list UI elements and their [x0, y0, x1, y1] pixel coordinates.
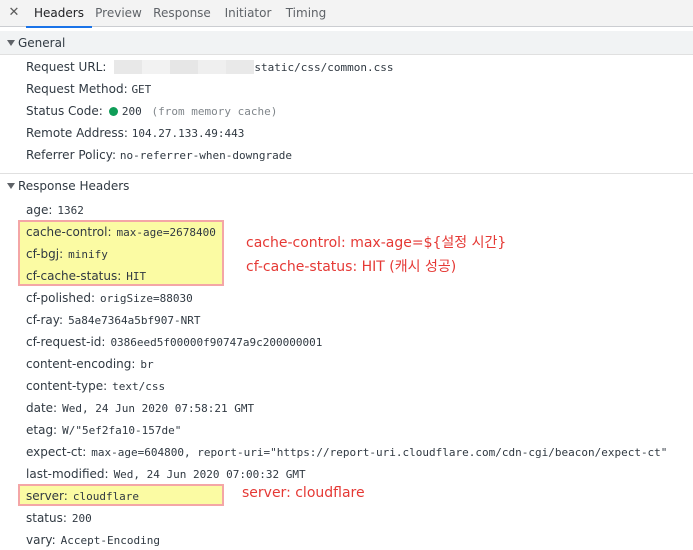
tab-timing[interactable]: Timing — [283, 0, 329, 27]
response-header-row: content-type: text/css — [26, 377, 165, 395]
response-header-key: cf-cache-status: — [26, 269, 122, 283]
redacted-url-prefix — [114, 60, 255, 74]
response-header-value: HIT — [126, 270, 147, 283]
annotation-cache-control: cache-control: max-age=${설정 시간} — [246, 235, 507, 251]
tab-headers[interactable]: Headers — [26, 0, 92, 28]
tab-preview[interactable]: Preview — [92, 0, 145, 27]
response-header-row: cf-request-id: 0386eed5f00000f90747a9c200… — [26, 333, 322, 351]
response-header-value: br — [140, 358, 154, 371]
response-header-value: minify — [68, 248, 108, 261]
general-section-header[interactable]: General — [0, 31, 693, 55]
remote-address-key: Remote Address: — [26, 126, 128, 140]
devtools-tab-bar: ✕ Headers Preview Response Initiator Tim… — [0, 0, 693, 28]
response-header-key: vary: — [26, 533, 56, 547]
referrer-policy-row: Referrer Policy: no-referrer-when-downgr… — [26, 146, 292, 164]
response-header-key: cf-polished: — [26, 291, 96, 305]
referrer-policy-value: no-referrer-when-downgrade — [119, 149, 293, 162]
response-header-key: cf-request-id: — [26, 335, 106, 349]
response-header-key: expect-ct: — [26, 445, 87, 459]
response-header-row: cf-ray: 5a84e7364a5bf907-NRT — [26, 311, 201, 329]
referrer-policy-key: Referrer Policy: — [26, 148, 116, 162]
triangle-down-icon — [7, 40, 15, 46]
response-header-value: max-age=604800, report-uri="https://repo… — [91, 446, 668, 459]
response-header-row: content-encoding: br — [26, 355, 154, 373]
status-ok-dot-icon — [108, 107, 118, 116]
status-code-note: (from memory cache) — [151, 105, 278, 118]
response-header-key: cf-bgj: — [26, 247, 64, 261]
response-header-row: vary: Accept-Encoding — [26, 531, 160, 549]
response-header-row: server: cloudflare — [26, 487, 139, 505]
close-icon[interactable]: ✕ — [6, 4, 22, 22]
response-header-row: cache-control: max-age=2678400 — [26, 223, 216, 241]
response-header-key: last-modified: — [26, 467, 109, 481]
response-header-value: origSize=88030 — [100, 292, 193, 305]
response-header-value: 1362 — [57, 204, 84, 217]
response-header-row: expect-ct: max-age=604800, report-uri="ht… — [26, 443, 667, 461]
response-header-value: 200 — [71, 512, 92, 525]
response-header-key: content-type: — [26, 379, 108, 393]
response-header-row: age: 1362 — [26, 201, 84, 219]
annotation-cache-status: cf-cache-status: HIT (캐시 성공) — [246, 259, 457, 275]
response-header-value: Wed, 24 Jun 2020 07:58:21 GMT — [62, 402, 255, 415]
response-header-row: cf-polished: origSize=88030 — [26, 289, 193, 307]
response-header-value: 0386eed5f00000f90747a9c200000001 — [110, 336, 323, 349]
tab-initiator[interactable]: Initiator — [222, 0, 274, 27]
status-code-key: Status Code: — [26, 104, 103, 118]
response-header-key: cache-control: — [26, 225, 112, 239]
request-url-key: Request URL: — [26, 60, 107, 74]
response-header-value: text/css — [112, 380, 166, 393]
request-method-value: GET — [131, 83, 152, 96]
response-header-key: etag: — [26, 423, 58, 437]
status-code-value: 200 — [121, 105, 142, 118]
response-header-key: server: — [26, 489, 68, 503]
general-title: General — [18, 36, 66, 50]
response-header-key: date: — [26, 401, 58, 415]
response-header-row: etag: W/"5ef2fa10-157de" — [26, 421, 181, 439]
response-header-key: cf-ray: — [26, 313, 64, 327]
response-header-key: status: — [26, 511, 67, 525]
response-header-value: W/"5ef2fa10-157de" — [62, 424, 182, 437]
request-url-row: Request URL: static/css/common.css — [26, 58, 394, 76]
response-header-key: age: — [26, 203, 53, 217]
annotation-server: server: cloudflare — [242, 485, 365, 501]
request-url-value: static/css/common.css — [254, 61, 394, 74]
request-method-key: Request Method: — [26, 82, 128, 96]
triangle-down-icon — [7, 183, 15, 189]
response-headers-section-header[interactable]: Response Headers — [0, 173, 693, 197]
response-header-value: cloudflare — [72, 490, 140, 503]
response-header-key: content-encoding: — [26, 357, 136, 371]
status-code-row: Status Code: 200 (from memory cache) — [26, 102, 277, 120]
response-header-row: date: Wed, 24 Jun 2020 07:58:21 GMT — [26, 399, 254, 417]
request-method-row: Request Method: GET — [26, 80, 151, 98]
response-header-row: cf-cache-status: HIT — [26, 267, 146, 285]
response-header-value: max-age=2678400 — [116, 226, 216, 239]
response-header-value: Wed, 24 Jun 2020 07:00:32 GMT — [113, 468, 306, 481]
response-header-value: 5a84e7364a5bf907-NRT — [68, 314, 201, 327]
response-header-row: last-modified: Wed, 24 Jun 2020 07:00:32 … — [26, 465, 306, 483]
response-header-row: cf-bgj: minify — [26, 245, 108, 263]
remote-address-row: Remote Address: 104.27.133.49:443 — [26, 124, 244, 142]
response-header-row: status: 200 — [26, 509, 92, 527]
response-header-value: Accept-Encoding — [60, 534, 161, 547]
response-headers-title: Response Headers — [18, 179, 130, 193]
remote-address-value: 104.27.133.49:443 — [131, 127, 245, 140]
tab-response[interactable]: Response — [152, 0, 212, 27]
